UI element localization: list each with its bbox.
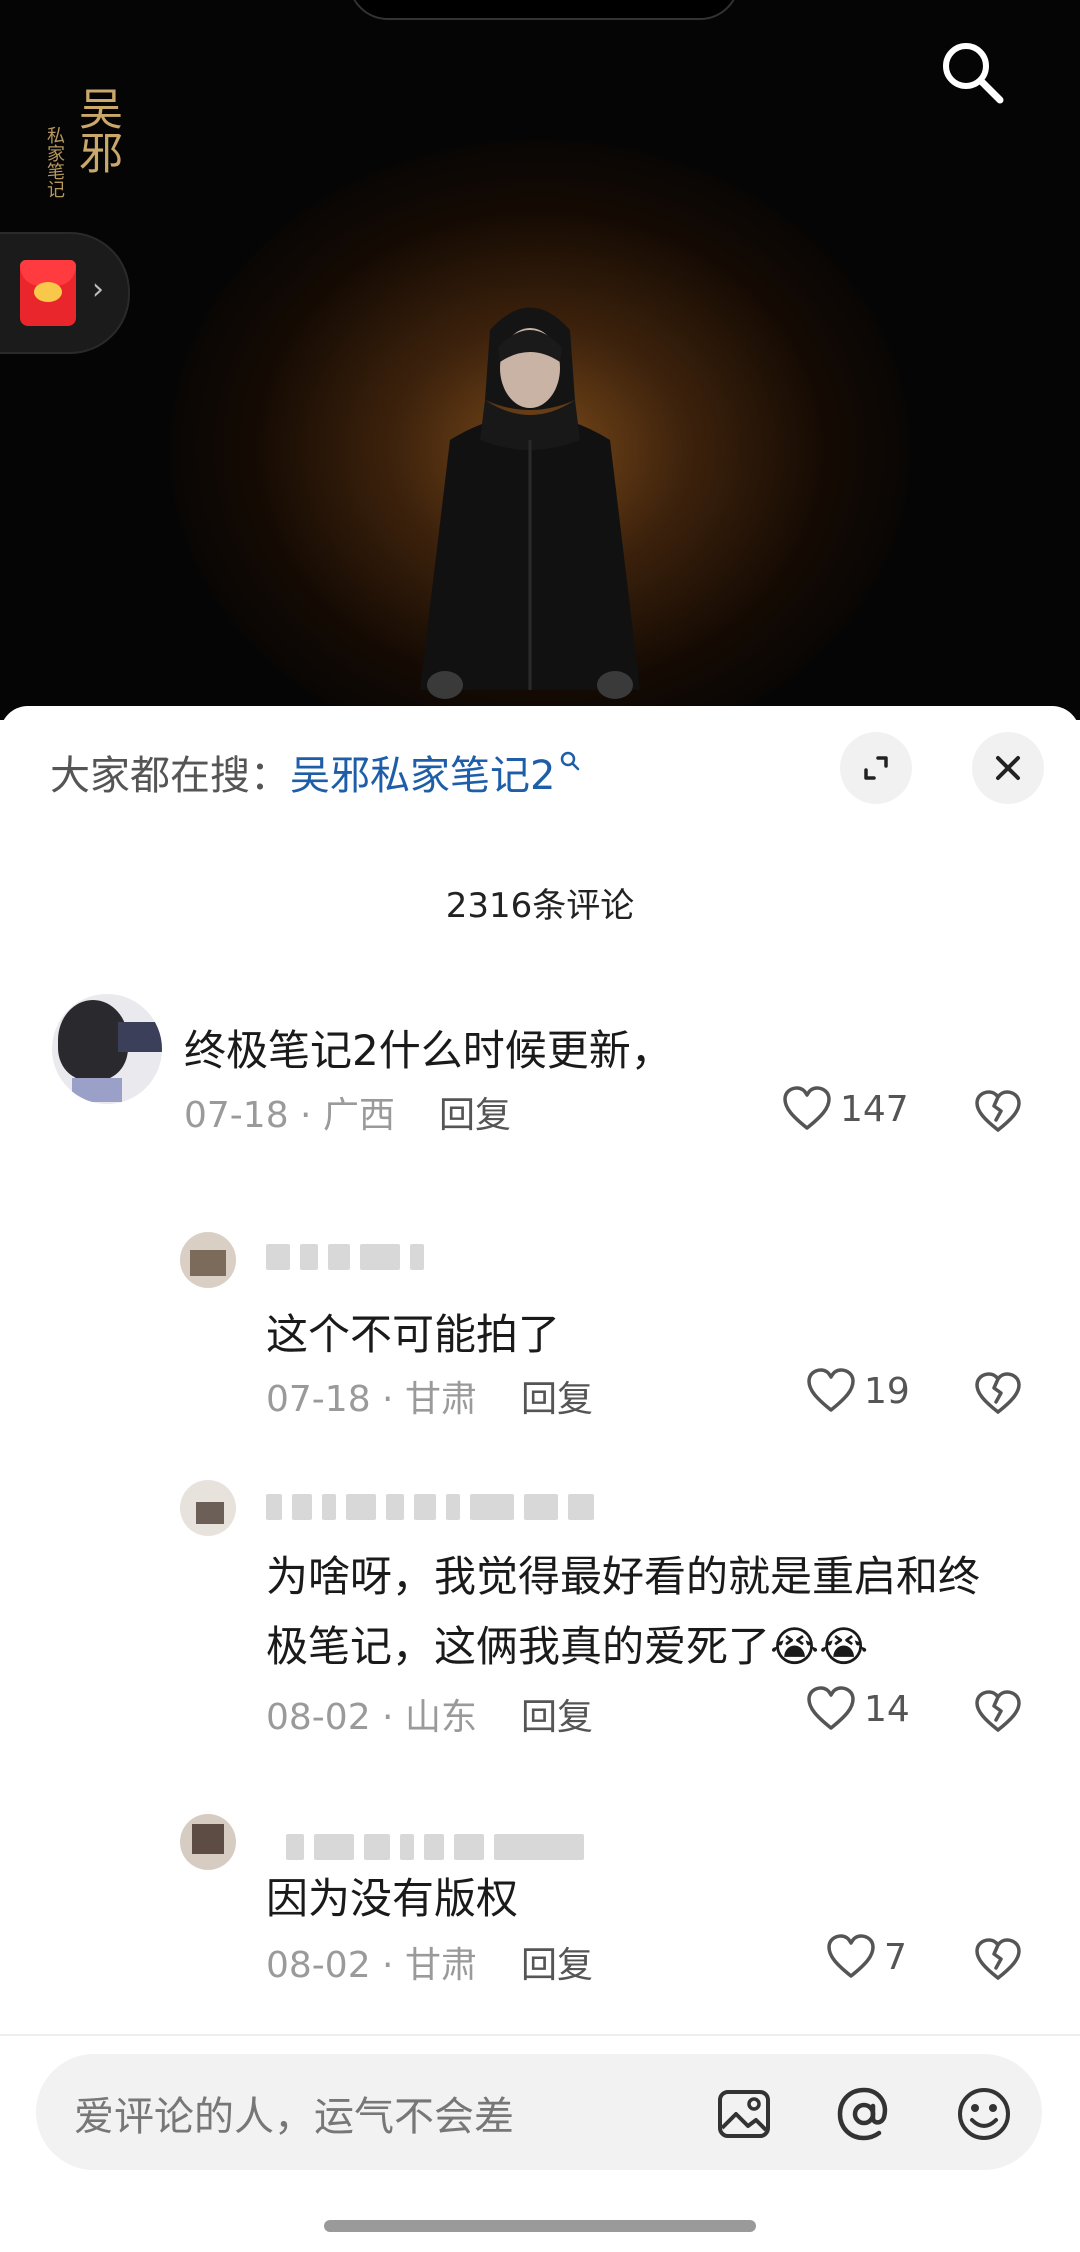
dislike-icon[interactable]: [974, 1938, 1022, 1982]
comment-date: 07-18: [184, 1095, 289, 1136]
video-player[interactable]: 吴邪 私家笔记 ›: [0, 0, 1080, 720]
like-count: 14: [864, 1688, 910, 1730]
red-envelope-icon: [20, 260, 76, 326]
reply-item: 因为没有版权 08-02 · 甘肃 回复 7: [0, 1808, 1080, 2018]
comment-location: 山东: [404, 1697, 477, 1738]
comment-date: 08-02: [266, 1697, 371, 1738]
avatar[interactable]: [180, 1480, 236, 1536]
reply-button[interactable]: 回复: [521, 1697, 593, 1738]
video-character-figure: [420, 307, 640, 699]
expand-icon: [864, 756, 888, 780]
search-icon[interactable]: [936, 36, 1008, 108]
comment-input[interactable]: 爱评论的人，运气不会差: [36, 2054, 1042, 2170]
reply-button[interactable]: 回复: [521, 1945, 593, 1986]
avatar[interactable]: [180, 1814, 236, 1870]
username-blurred[interactable]: [286, 1834, 594, 1868]
camera-notch: [348, 0, 740, 20]
search-small-icon: [561, 751, 580, 771]
like-button[interactable]: 7: [826, 1934, 907, 1980]
comment-date: 07-18: [266, 1379, 371, 1420]
comment-text[interactable]: 因为没有版权: [266, 1864, 518, 1934]
dislike-icon[interactable]: [974, 1690, 1022, 1734]
comment-text-line-1[interactable]: 为啥呀，我觉得最好看的就是重启和终: [266, 1542, 980, 1612]
like-count: 147: [840, 1088, 909, 1130]
like-count: 19: [864, 1370, 910, 1412]
comment-location: 广西: [322, 1095, 395, 1136]
comment-location: 甘肃: [404, 1945, 477, 1986]
heart-icon: [827, 1934, 875, 1978]
reply-item: 为啥呀，我觉得最好看的就是重启和终 极笔记，这俩我真的爱死了😭😭 08-02 ·…: [0, 1466, 1080, 1746]
comment-text[interactable]: 终极笔记2什么时候更新，: [184, 1016, 673, 1086]
like-button[interactable]: 19: [806, 1368, 910, 1414]
image-icon[interactable]: [714, 2084, 774, 2144]
reply-button[interactable]: 回复: [439, 1095, 511, 1136]
heart-icon: [807, 1368, 855, 1412]
like-button[interactable]: 14: [806, 1686, 910, 1732]
like-count: 7: [884, 1936, 907, 1978]
avatar[interactable]: [180, 1232, 236, 1288]
red-packet-button[interactable]: ›: [0, 232, 130, 354]
search-suggestion-prefix: 大家都在搜：: [50, 753, 290, 799]
like-button[interactable]: 147: [782, 1086, 909, 1132]
heart-icon: [783, 1086, 831, 1130]
search-suggestion-term[interactable]: 吴邪私家笔记2: [290, 743, 555, 801]
comment-input-placeholder[interactable]: 爱评论的人，运气不会差: [74, 2084, 514, 2142]
comment-meta: 08-02 · 甘肃 回复: [266, 1945, 593, 1986]
close-icon: [996, 756, 1020, 780]
comment-date: 08-02: [266, 1945, 371, 1986]
dislike-icon[interactable]: [974, 1090, 1022, 1134]
username-blurred[interactable]: [266, 1244, 434, 1278]
dislike-icon[interactable]: [974, 1372, 1022, 1416]
comment-location: 甘肃: [404, 1379, 477, 1420]
emoji-icon[interactable]: [954, 2084, 1014, 2144]
heart-icon: [807, 1686, 855, 1730]
comment-meta: 08-02 · 山东 回复: [266, 1697, 593, 1738]
mention-icon[interactable]: [834, 2084, 894, 2144]
show-logo: 吴邪 私家笔记: [40, 86, 122, 206]
reply-button[interactable]: 回复: [521, 1379, 593, 1420]
comment-item: 终极笔记2什么时候更新， 07-18 · 广西 回复 147: [0, 986, 1080, 1156]
comment-text-line-2[interactable]: 极笔记，这俩我真的爱死了😭😭: [266, 1612, 868, 1682]
comment-sheet: 大家都在搜： 吴邪私家笔记2 2316条评论 终极笔记2什么时候更新， 07-1…: [0, 706, 1080, 2252]
comment-meta: 07-18 · 广西 回复: [184, 1095, 511, 1136]
avatar[interactable]: [52, 994, 162, 1104]
comment-meta: 07-18 · 甘肃 回复: [266, 1379, 593, 1420]
chevron-right-icon: ›: [92, 272, 104, 307]
username-blurred[interactable]: [266, 1494, 604, 1528]
search-suggestion[interactable]: 大家都在搜： 吴邪私家笔记2: [50, 742, 581, 802]
logo-title: 吴邪: [71, 86, 122, 174]
expand-button[interactable]: [840, 732, 912, 804]
close-button[interactable]: [972, 732, 1044, 804]
comment-count: 2316条评论: [445, 886, 635, 926]
reply-item: 这个不可能拍了 07-18 · 甘肃 回复 19: [0, 1222, 1080, 1422]
home-indicator[interactable]: [324, 2220, 756, 2232]
logo-subtitle: 私家笔记: [44, 126, 65, 198]
divider: [0, 2034, 1080, 2036]
comment-text[interactable]: 这个不可能拍了: [266, 1300, 560, 1370]
